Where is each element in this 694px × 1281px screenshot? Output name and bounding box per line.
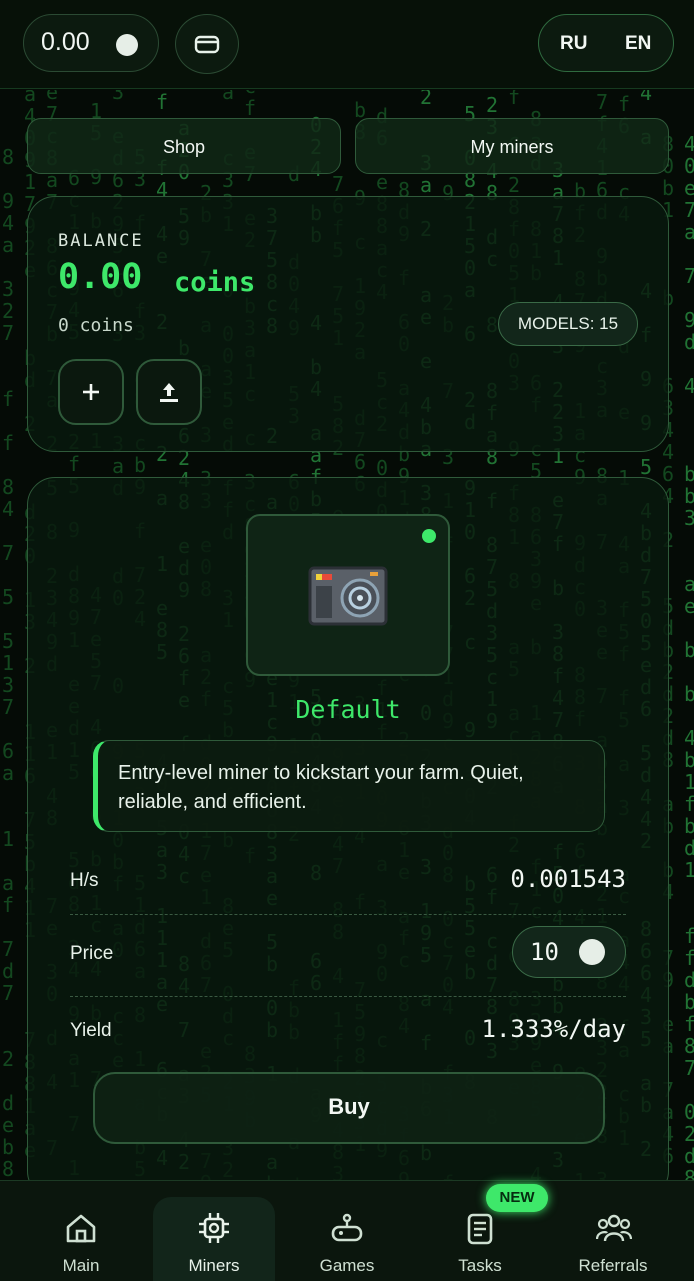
new-badge: NEW (486, 1184, 548, 1212)
tab-shop[interactable]: Shop (27, 118, 341, 174)
coin-icon (116, 34, 138, 56)
nav-referrals-label: Referrals (578, 1256, 648, 1275)
miner-description-box: Entry-level miner to kickstart your farm… (93, 740, 605, 832)
lang-ru-button[interactable]: RU (560, 33, 587, 55)
miner-device-icon (308, 566, 388, 626)
balance-card: BALANCE 0.00 coins 0 coins MODELS: 15 (27, 196, 669, 452)
lang-en-button[interactable]: EN (625, 33, 651, 55)
nav-miners[interactable]: Miners (153, 1197, 275, 1281)
miner-image (246, 514, 450, 676)
clipboard-icon (467, 1213, 493, 1245)
home-icon (66, 1214, 96, 1243)
price-value: 10 (530, 938, 559, 966)
buy-button[interactable]: Buy (93, 1072, 605, 1144)
balance-subtext: 0 coins (58, 315, 134, 336)
gamepad-icon (331, 1213, 363, 1242)
header-balance-value: 0.00 (41, 28, 90, 56)
bottom-nav: Main Miners Games Tasks Referrals (0, 1180, 694, 1281)
users-icon (596, 1214, 632, 1242)
nav-tasks-label: Tasks (458, 1256, 502, 1275)
miner-description: Entry-level miner to kickstart your farm… (118, 762, 524, 813)
nav-miners-label: Miners (188, 1256, 240, 1275)
miner-card: Default Entry-level miner to kickstart y… (27, 477, 669, 1199)
hashrate-value: 0.001543 (510, 865, 626, 893)
price-label: Price (70, 943, 114, 964)
top-bar: 0.00 RU EN (0, 0, 694, 89)
wallet-button[interactable] (175, 14, 239, 74)
coin-icon (579, 939, 605, 965)
models-badge: MODELS: 15 (498, 302, 638, 346)
header-balance-pill[interactable]: 0.00 (23, 14, 159, 72)
miner-name: Default (295, 695, 401, 724)
upload-icon (160, 383, 178, 402)
withdraw-button[interactable] (136, 359, 202, 425)
wallet-icon (194, 35, 220, 54)
nav-games-label: Games (319, 1256, 375, 1275)
balance-label: BALANCE (58, 231, 144, 251)
tab-my-miners[interactable]: My miners (355, 118, 669, 174)
language-switcher: RU EN (538, 14, 674, 72)
divider (70, 914, 626, 915)
chip-icon (199, 1213, 229, 1243)
balance-unit: coins (174, 267, 256, 298)
nav-main[interactable]: Main (20, 1181, 142, 1281)
divider (70, 996, 626, 997)
status-dot (422, 529, 436, 543)
yield-value: 1.333%/day (481, 1015, 627, 1043)
nav-main-label: Main (62, 1256, 100, 1275)
balance-amount: 0.00 (58, 257, 143, 297)
price-pill: 10 (512, 926, 626, 978)
yield-label: Yield (70, 1020, 112, 1041)
deposit-button[interactable] (58, 359, 124, 425)
nav-referrals[interactable]: Referrals (552, 1181, 674, 1281)
plus-icon (83, 384, 99, 400)
hashrate-label: H/s (70, 870, 99, 891)
nav-games[interactable]: Games (286, 1181, 408, 1281)
